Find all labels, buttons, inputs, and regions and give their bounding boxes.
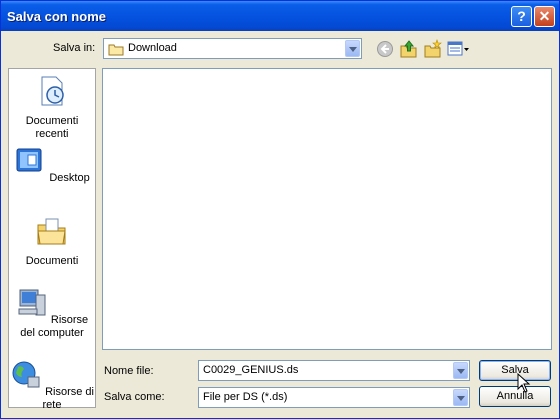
place-my-computer[interactable]: Risorse del computer [9, 287, 95, 340]
place-recent-documents[interactable]: Documenti recenti [9, 75, 95, 141]
filename-value: C0029_GENIUS.ds [203, 364, 299, 376]
filetype-value: File per DS (*.ds) [203, 391, 288, 403]
place-desktop[interactable]: Desktop [9, 145, 95, 185]
chevron-down-icon[interactable] [453, 389, 468, 406]
save-in-value: Download [128, 42, 177, 54]
close-icon: ✕ [538, 8, 551, 24]
recent-documents-icon [41, 76, 64, 106]
new-folder-icon[interactable] [423, 39, 443, 59]
save-in-dropdown[interactable]: Download [103, 38, 362, 59]
documents-folder-icon [37, 218, 66, 245]
save-button[interactable]: Salva [479, 360, 551, 381]
place-label: Documenti [25, 255, 79, 267]
place-label: Documenti recenti [25, 115, 79, 140]
file-list[interactable] [102, 68, 552, 350]
places-bar: Documenti recenti Desktop Documenti Riso… [8, 68, 96, 411]
place-documents[interactable]: Documenti [9, 215, 95, 268]
place-network[interactable]: Risorse di rete [9, 359, 95, 412]
filetype-select[interactable]: File per DS (*.ds) [198, 387, 470, 408]
help-icon: ? [517, 8, 526, 24]
up-folder-icon[interactable] [399, 39, 419, 59]
my-computer-icon [18, 289, 46, 316]
filename-input[interactable]: C0029_GENIUS.ds [198, 360, 470, 381]
views-menu-icon[interactable] [447, 39, 471, 59]
place-label: Desktop [49, 172, 90, 184]
chevron-down-icon[interactable] [453, 362, 468, 379]
place-label: Risorse di rete [42, 386, 94, 411]
save-in-label: Salva in: [53, 42, 96, 54]
chevron-down-icon[interactable] [345, 40, 360, 57]
close-button[interactable]: ✕ [534, 6, 555, 27]
help-button[interactable]: ? [511, 6, 532, 27]
cancel-button[interactable]: Annulla [479, 386, 551, 407]
filename-label: Nome file: [104, 365, 154, 377]
save-as-dialog: Salva con nome ? ✕ Salva in: Download Do… [0, 0, 560, 419]
filetype-label: Salva come: [104, 391, 165, 403]
mouse-cursor-icon [517, 373, 531, 393]
window-title: Salva con nome [7, 9, 106, 24]
title-bar[interactable]: Salva con nome ? ✕ [1, 1, 559, 31]
back-icon[interactable] [376, 40, 394, 58]
folder-icon [108, 44, 124, 56]
network-icon [12, 361, 40, 388]
desktop-icon [16, 148, 42, 172]
